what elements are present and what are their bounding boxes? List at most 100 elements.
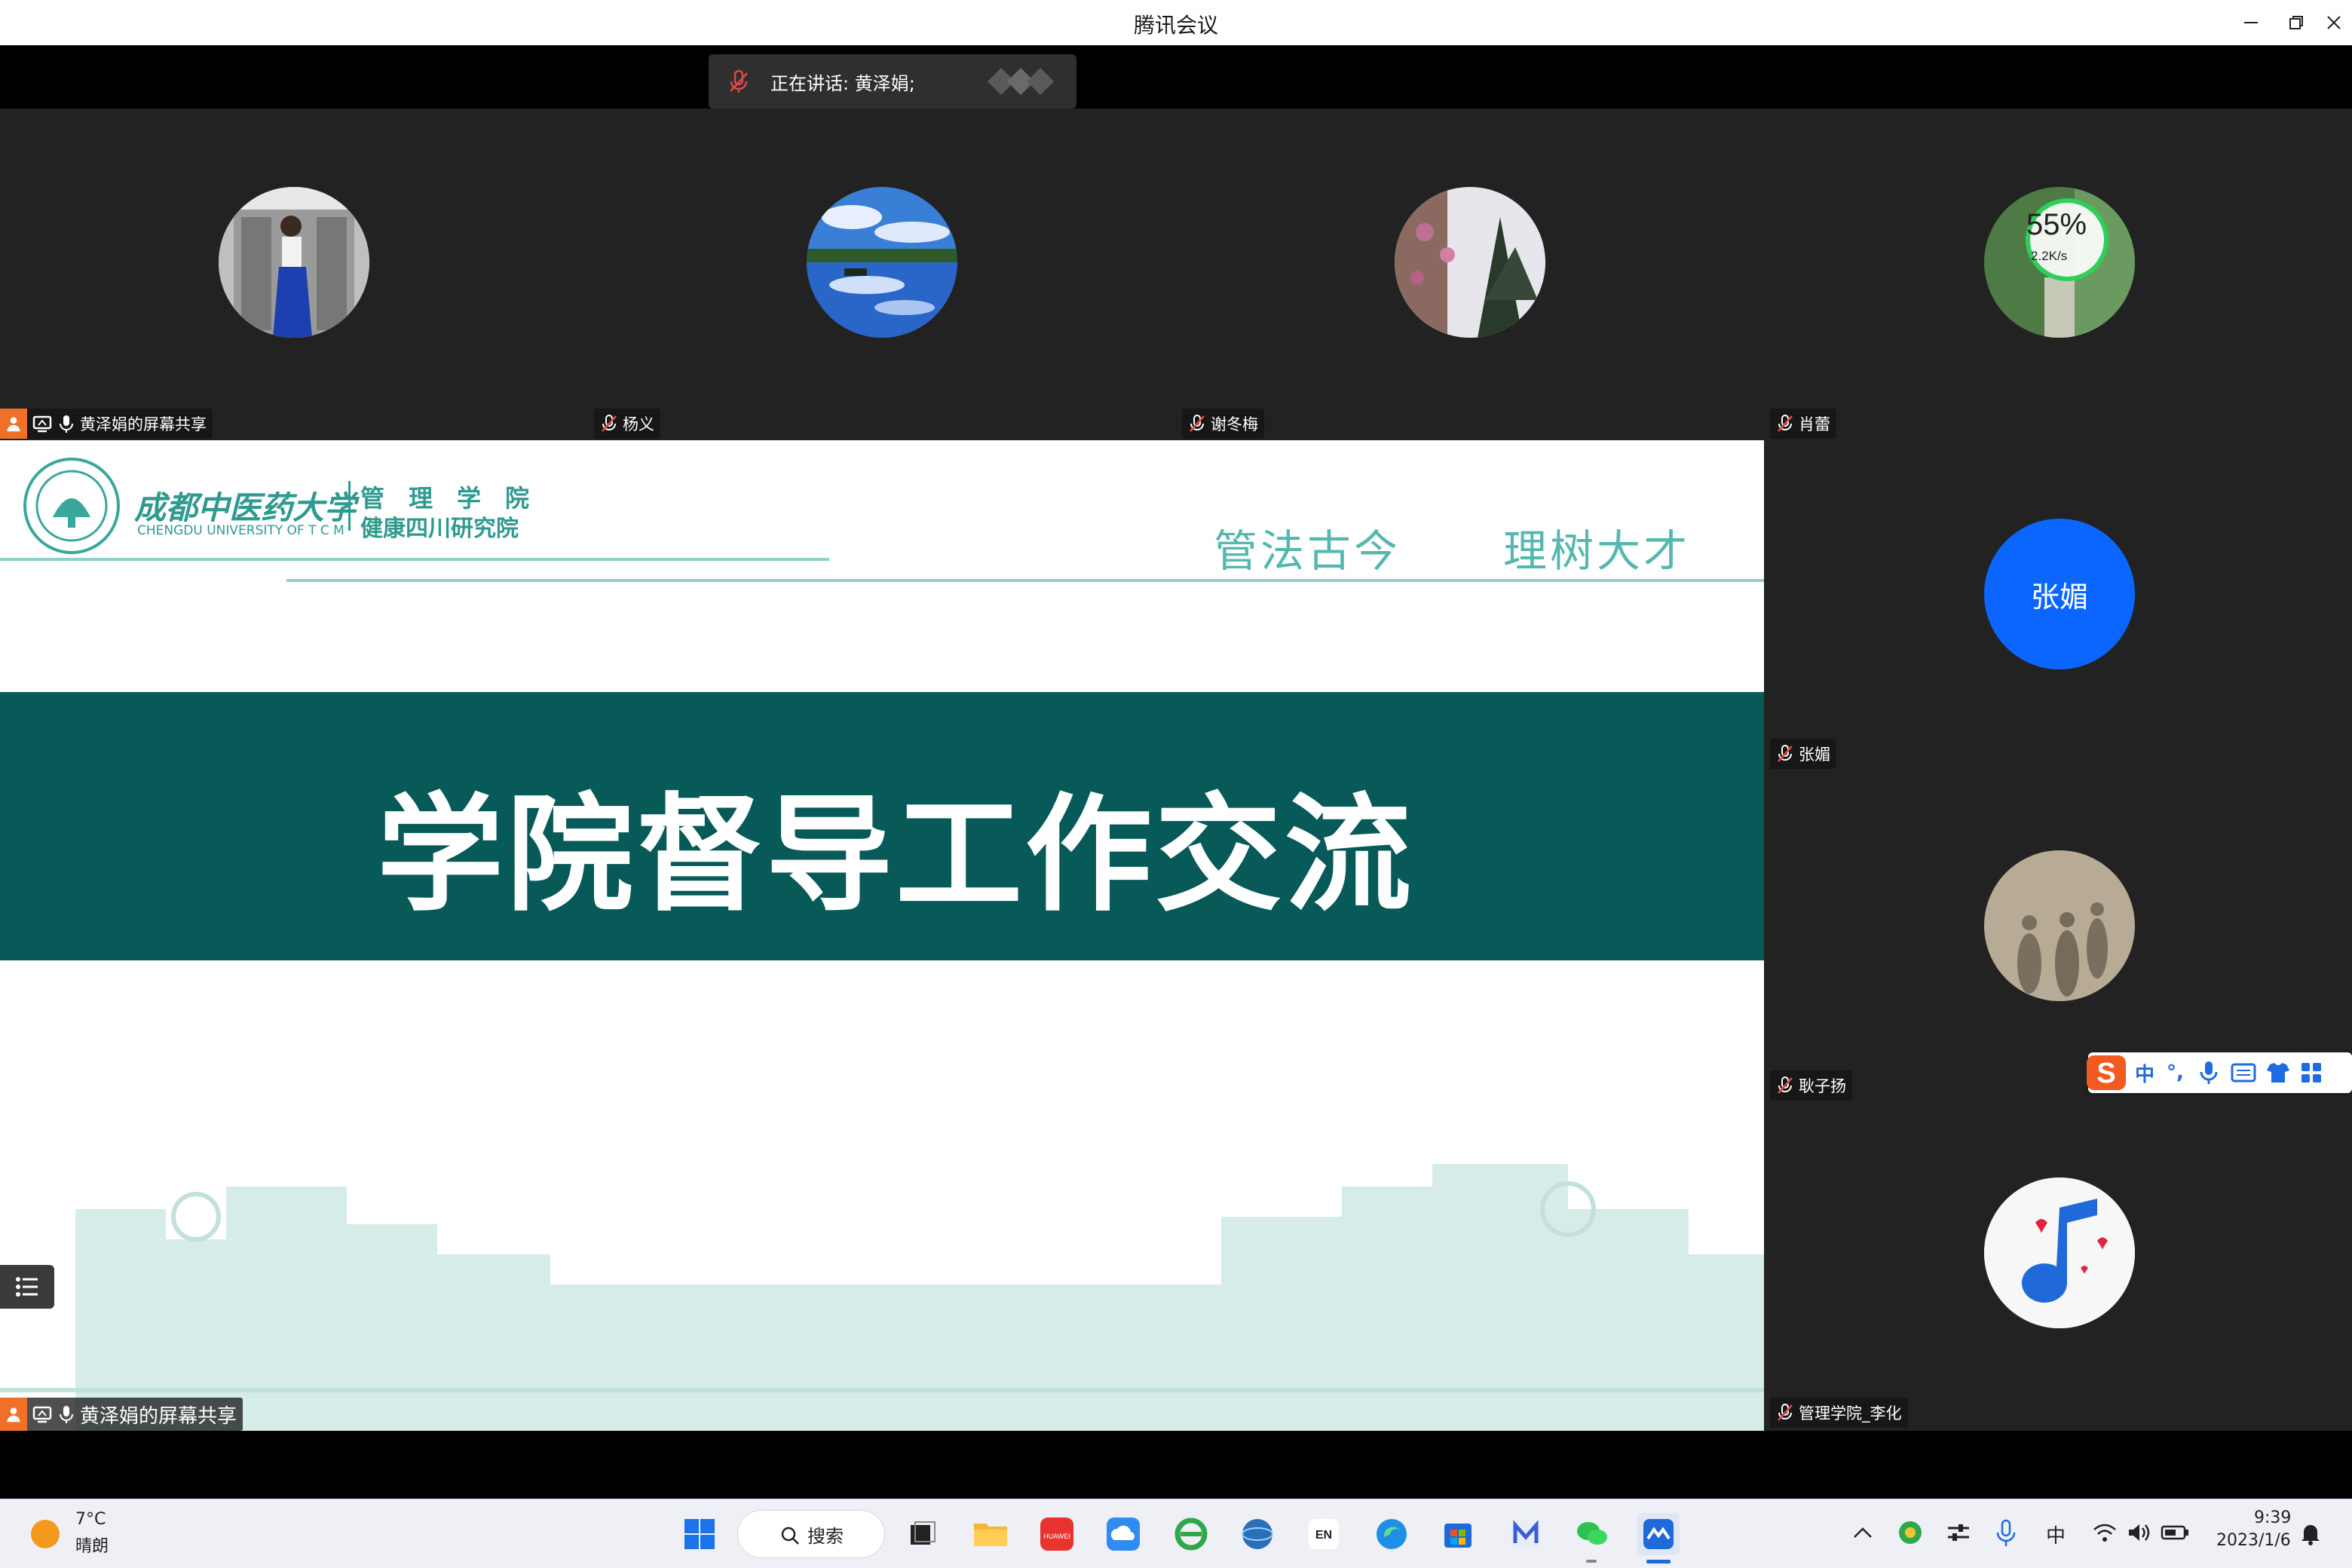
logo-divider <box>348 481 351 531</box>
participant-name: 耿子扬 <box>1799 1077 1846 1095</box>
speaking-label: 正在讲话: 黄泽娟; <box>770 72 915 94</box>
mail-app-button[interactable] <box>1505 1513 1547 1555</box>
notification-bell-icon[interactable] <box>2298 1521 2323 1546</box>
avatar-initials: 张媚 <box>2030 580 2088 614</box>
taskbar-search[interactable]: 搜索 <box>737 1510 885 1558</box>
cloud-drive-button[interactable] <box>1102 1513 1144 1555</box>
wechat-icon <box>1577 1522 1607 1545</box>
avatar: 张媚 <box>1984 519 2135 669</box>
participant-name: 谢冬梅 <box>1211 415 1258 433</box>
avatar <box>1984 850 2135 1001</box>
mic-icon[interactable] <box>2197 1060 2220 1086</box>
toolbox-icon[interactable] <box>2300 1061 2323 1084</box>
ime-mode[interactable]: 中 <box>2135 1059 2154 1087</box>
keyboard-icon[interactable] <box>2231 1061 2256 1084</box>
participant-name: 肖蕾 <box>1799 415 1830 433</box>
participant-tile[interactable]: 谢冬梅 <box>1176 109 1764 440</box>
network-speed: 2.2K/s <box>2031 249 2068 263</box>
avatar <box>807 187 957 338</box>
input-language-button[interactable]: EN <box>1303 1513 1345 1555</box>
edge-icon <box>1377 1519 1407 1549</box>
language-app-icon: EN <box>1309 1519 1339 1549</box>
participant-tile[interactable]: 55% 2.2K/s 肖蕾 <box>1764 109 2352 440</box>
slogan-right: 理树大才 <box>1503 525 1691 577</box>
dept-name-line2: 健康四川研究院 <box>360 516 519 542</box>
host-badge <box>0 1398 27 1431</box>
network-percent: 55% <box>2026 208 2087 241</box>
clock-date[interactable]: 2023/1/6 <box>2216 1531 2291 1550</box>
volume-icon[interactable] <box>2126 1521 2153 1545</box>
participant-tile[interactable]: 张媚 张媚 <box>1764 440 2352 772</box>
participant-name: 张媚 <box>1799 746 1830 764</box>
participant-name-chip: 谢冬梅 <box>1182 409 1264 439</box>
presenter-name: 黄泽娟的屏幕共享 <box>80 1404 237 1428</box>
weather-sun-icon[interactable] <box>29 1517 62 1551</box>
header-rule <box>0 558 829 561</box>
start-button[interactable] <box>678 1513 721 1555</box>
muted-mic-icon <box>1778 1076 1793 1094</box>
huawei-appgallery-icon: HUAWEI <box>1040 1517 1073 1551</box>
wechat-button[interactable] <box>1571 1513 1613 1555</box>
windows-taskbar: 7°C 晴朗 搜索 HUAWEI EN 中 9:39 2023/1/6 <box>0 1499 2352 1568</box>
participant-tile[interactable]: 杨义 <box>588 109 1176 440</box>
mic-icon <box>60 415 73 433</box>
toolbar-strip <box>0 1431 2352 1499</box>
participant-name-chip: 耿子扬 <box>1770 1070 1852 1101</box>
participant-tile[interactable]: 黄泽娟的屏幕共享 <box>0 109 588 440</box>
windows-logo-icon <box>684 1519 715 1549</box>
tencent-meeting-taskbar-button[interactable] <box>1637 1513 1680 1555</box>
wifi-icon[interactable] <box>2091 1521 2118 1545</box>
list-icon <box>16 1277 38 1297</box>
host-icon <box>7 1407 20 1423</box>
speaking-indicator: 正在讲话: 黄泽娟; <box>709 54 1076 109</box>
participant-name-chip: 黄泽娟的屏幕共享 <box>0 409 213 439</box>
slogan-left: 管法古今 <box>1214 525 1401 577</box>
ime-punct[interactable]: °, <box>2167 1061 2184 1084</box>
muted-mic-icon <box>730 69 748 93</box>
clock-time[interactable]: 9:39 <box>2254 1508 2291 1527</box>
participant-column-right: 张媚 张媚 耿子扬 管理学院_李化 <box>1764 440 2352 1431</box>
title-bar: 腾讯会议 <box>0 0 2352 45</box>
restore-icon <box>2289 16 2303 29</box>
minimize-button[interactable] <box>2228 5 2274 41</box>
muted-mic-icon <box>602 415 617 432</box>
settings-sliders-icon[interactable] <box>1945 1519 1972 1546</box>
microphone-tray-icon[interactable] <box>1995 1519 2017 1548</box>
app-gallery-button[interactable]: HUAWEI <box>1036 1513 1078 1555</box>
muted-mic-icon <box>1778 415 1793 432</box>
participant-name: 杨义 <box>623 415 654 433</box>
browser-ie-button[interactable] <box>1170 1513 1212 1555</box>
weather-temp[interactable]: 7°C <box>75 1510 106 1529</box>
battery-icon[interactable] <box>2161 1521 2191 1545</box>
participant-list-button[interactable] <box>0 1265 54 1309</box>
ime-indicator[interactable]: 中 <box>2046 1521 2066 1548</box>
muted-mic-icon <box>1778 745 1793 762</box>
tencent-meeting-logo-icon <box>988 68 1054 95</box>
skin-icon[interactable] <box>2265 1061 2291 1084</box>
shared-screen[interactable]: 成都中医药大学 CHENGDU UNIVERSITY OF T C M 管 理 … <box>0 440 1764 1431</box>
ime-toolbar[interactable]: S 中 °, <box>2087 1052 2352 1093</box>
folder-icon <box>974 1524 1007 1546</box>
participant-name-chip: 管理学院_李化 <box>1770 1398 1908 1428</box>
participant-name: 管理学院_李化 <box>1799 1404 1902 1423</box>
edge-browser-button[interactable] <box>1370 1513 1413 1555</box>
task-view-button[interactable] <box>902 1513 944 1555</box>
participant-tile[interactable]: 管理学院_李化 <box>1764 1104 2352 1431</box>
campus-illustration <box>0 1164 1764 1431</box>
search-icon <box>781 1527 799 1545</box>
store-button[interactable] <box>1437 1513 1479 1555</box>
screen-share-icon <box>32 415 52 433</box>
security-app-icon[interactable] <box>1897 1519 1924 1546</box>
store-icon <box>1444 1524 1472 1548</box>
chevron-up-icon[interactable] <box>1851 1522 1874 1545</box>
music-note-icon <box>1984 1178 2135 1328</box>
participant-name-chip: 杨义 <box>594 409 660 439</box>
close-button[interactable] <box>2311 5 2352 41</box>
globe-app-icon <box>1242 1519 1273 1549</box>
weather-desc[interactable]: 晴朗 <box>75 1533 109 1557</box>
participant-row-top: 黄泽娟的屏幕共享 杨义 谢冬梅 55% 2.2K/s 肖蕾 <box>0 109 2352 440</box>
file-explorer-button[interactable] <box>969 1513 1012 1555</box>
app-button[interactable] <box>1236 1513 1279 1555</box>
header-strip <box>0 45 2352 109</box>
participant-name-chip: 张媚 <box>1770 739 1836 769</box>
